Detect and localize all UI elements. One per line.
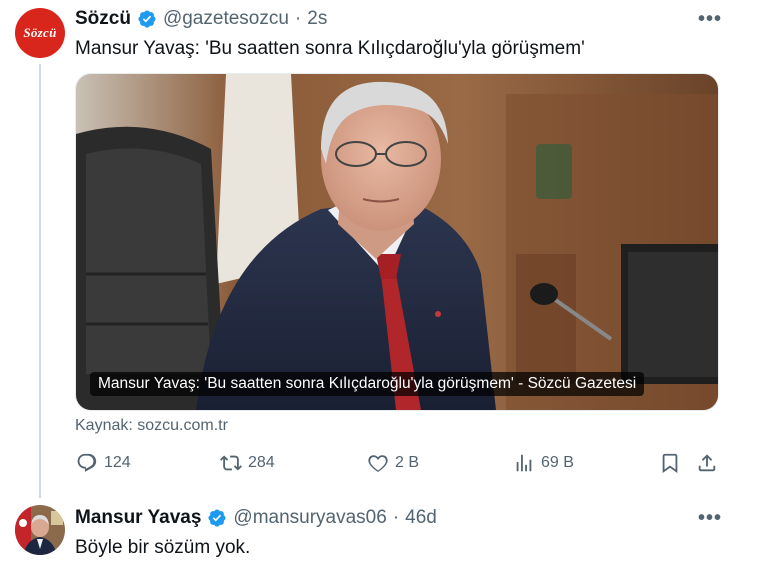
tweet-time[interactable]: 2s: [307, 8, 327, 30]
thread-line: [39, 64, 41, 498]
avatar-photo: [15, 505, 65, 555]
verified-badge-icon: [137, 9, 157, 29]
like-icon: [368, 455, 388, 473]
separator-dot: ·: [294, 8, 302, 29]
more-icon[interactable]: •••: [698, 507, 722, 530]
bookmark-button[interactable]: [659, 452, 681, 474]
tweet-text-2: Böyle bir sözüm yok.: [75, 537, 251, 558]
author-handle[interactable]: @mansuryavas06: [233, 507, 386, 529]
share-button[interactable]: [696, 452, 718, 474]
retweet-button[interactable]: 284: [220, 452, 275, 474]
views-count: 69 B: [541, 454, 574, 471]
share-icon: [698, 454, 716, 472]
views-button[interactable]: 69 B: [513, 452, 574, 474]
retweet-count: 284: [248, 454, 275, 471]
retweet-icon: [220, 455, 242, 471]
reply-count: 124: [104, 454, 131, 471]
card-caption: Mansur Yavaş: 'Bu saatten sonra Kılıçdar…: [90, 372, 645, 396]
card-image: [76, 74, 718, 410]
separator-dot: ·: [392, 507, 400, 528]
like-count: 2 B: [395, 454, 420, 471]
tweet-text: Mansur Yavaş: 'Bu saatten sonra Kılıçdar…: [75, 38, 585, 59]
mansur-yavas-avatar[interactable]: [15, 505, 65, 555]
tweet-time[interactable]: 46d: [405, 507, 437, 529]
card-source[interactable]: Kaynak: sozcu.com.tr: [75, 417, 228, 435]
author-name[interactable]: Sözcü: [75, 8, 131, 30]
tweet-header-2: Mansur Yavaş @mansuryavas06 · 46d: [75, 507, 437, 529]
author-handle[interactable]: @gazetesozcu: [163, 8, 289, 30]
more-icon[interactable]: •••: [698, 8, 722, 31]
like-button[interactable]: 2 B: [367, 452, 419, 474]
verified-badge-icon: [207, 508, 227, 528]
reply-icon: [77, 453, 97, 472]
avatar-logo-text: Sözcü: [23, 25, 57, 40]
bookmark-icon: [662, 453, 678, 474]
sozcu-avatar[interactable]: Sözcü: [15, 8, 65, 58]
reply-button[interactable]: 124: [76, 452, 131, 474]
views-icon: [516, 454, 532, 472]
link-card[interactable]: Mansur Yavaş: 'Bu saatten sonra Kılıçdar…: [75, 73, 719, 411]
author-name[interactable]: Mansur Yavaş: [75, 507, 201, 529]
tweet-header: Sözcü @gazetesozcu · 2s: [75, 8, 327, 30]
